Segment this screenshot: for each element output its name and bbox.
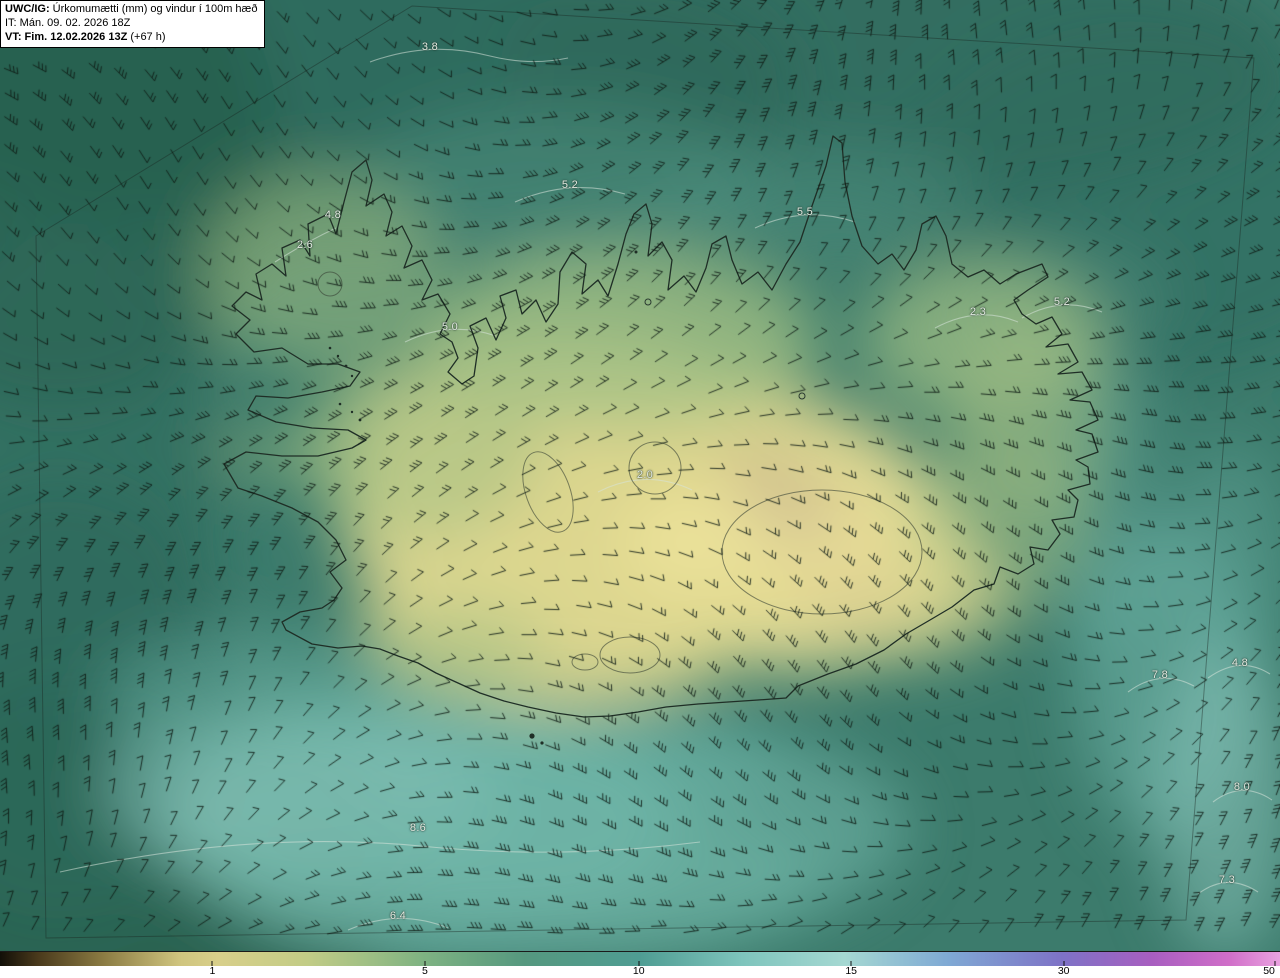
colorbar-tick-label: 15 (845, 965, 858, 977)
model-name: UWC/IG: (5, 3, 50, 15)
colorbar-tick-label: 1 (209, 965, 216, 977)
colorbar-tick-label: 5 (422, 965, 428, 977)
colorbar-tick-label: 50 (1263, 965, 1275, 977)
colorbar-labels: 1 5 10 15 30 50 (0, 961, 1280, 978)
valid-offset: (+67 h) (127, 30, 166, 43)
legend-box: UWC/IG: Úrkomumætti (mm) og vindur í 100… (0, 0, 266, 49)
weather-map-product: 3.8 5.2 4.8 2.6 5.5 5.0 2.3 5.2 2.0 7.8 4.8 8.0 7.3 8… (0, 0, 1280, 978)
map-title: Úrkomumætti (mm) og vindur í 100m hæð (49, 3, 258, 15)
valid-time-line: VT: Fim. 12.02.2026 13Z (+67 h) (5, 31, 257, 45)
wind-barbs-canvas (0, 0, 1280, 951)
colorbar: 1 5 10 15 30 50 (0, 951, 1280, 978)
colorbar-tick-label: 10 (632, 965, 645, 977)
colorbar-tick-label: 30 (1057, 965, 1070, 977)
colorbar-gradient (0, 951, 1280, 966)
valid-time: VT: Fim. 12.02.2026 13Z (5, 30, 128, 43)
init-time: IT: Mán. 09. 02. 2026 18Z (5, 16, 131, 29)
map-area: 3.8 5.2 4.8 2.6 5.5 5.0 2.3 5.2 2.0 7.8 4.8 8.0 7.3 8… (0, 0, 1280, 951)
legend-title-line: UWC/IG: Úrkomumætti (mm) og vindur í 100… (5, 3, 257, 17)
